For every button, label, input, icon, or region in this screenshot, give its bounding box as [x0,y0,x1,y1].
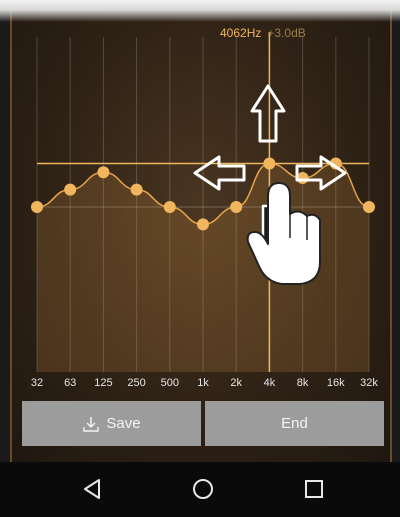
band-label-125: 125 [94,377,113,389]
download-icon [82,415,100,433]
band-point-500[interactable] [163,201,176,213]
navigation-bar [0,462,400,517]
band-label-500: 500 [160,377,179,389]
band-point-32[interactable] [31,201,43,213]
band-labels: 32 63 125 250 500 1k 2k 4k 8k 16k 32k [0,377,400,393]
band-point-250[interactable] [130,183,143,196]
band-point-63[interactable] [64,183,77,196]
band-label-250: 250 [127,377,146,389]
back-icon[interactable] [79,476,105,502]
band-point-2k[interactable] [230,201,243,213]
end-label: End [281,415,308,432]
band-point-1k[interactable] [197,218,209,231]
band-label-63: 63 [64,377,77,389]
end-button[interactable]: End [205,401,384,446]
band-label-16k: 16k [326,377,345,389]
action-bar: Save End [22,401,384,446]
save-button[interactable]: Save [22,401,201,446]
band-label-32k: 32k [360,377,378,389]
home-icon[interactable] [190,476,216,502]
band-point-125[interactable] [97,166,110,179]
status-bar-fade [0,0,400,22]
frequency-value: 4062Hz [220,26,262,40]
band-label-4k: 4k [263,377,276,389]
band-label-8k: 8k [296,377,309,389]
equalizer-graph[interactable] [0,0,400,400]
band-point-16k[interactable] [329,157,342,170]
band-label-2k: 2k [230,377,242,389]
recents-icon[interactable] [301,476,327,502]
frequency-readout: 4062Hz +3.0dB [220,26,306,40]
band-label-1k: 1k [197,377,209,389]
band-point-8k[interactable] [296,172,309,184]
band-label-32: 32 [30,377,44,389]
band-point-32k[interactable] [363,201,375,213]
gain-value: +3.0dB [267,26,306,40]
save-label: Save [106,415,141,432]
band-point-4k[interactable] [263,157,276,170]
equalizer-screen: 4062Hz +3.0dB 32 63 125 250 500 1k 2k 4k 8k 16k 32k… [0,0,400,517]
